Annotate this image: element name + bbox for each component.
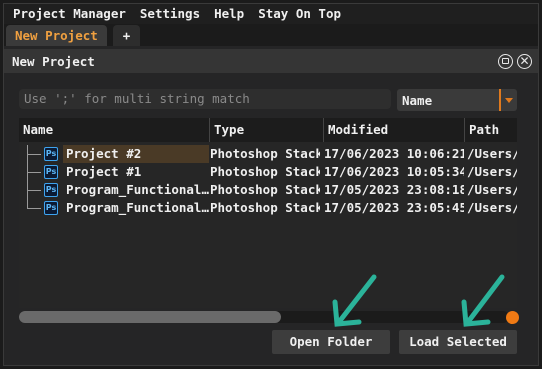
table-row[interactable]: Ps Program_Functional… Photoshop Stack 1… — [19, 199, 517, 217]
table-body: Ps Project #2 Photoshop Stack 17/06/2023… — [19, 145, 517, 217]
status-dot-icon — [506, 311, 519, 324]
tabbar: New Project + — [4, 24, 538, 46]
tree-connector — [27, 199, 43, 217]
panel-title: New Project — [12, 53, 95, 69]
open-folder-button[interactable]: Open Folder — [272, 330, 390, 354]
tree-connector — [27, 145, 43, 163]
table-header: Name Type Modified Path — [19, 118, 517, 142]
row-name: Program_Functional… — [66, 200, 209, 215]
table-row[interactable]: Ps Project #1 Photoshop Stack 17/06/2023… — [19, 163, 517, 181]
load-selected-button[interactable]: Load Selected — [399, 330, 517, 354]
search-input[interactable] — [24, 91, 391, 106]
table-row[interactable]: Ps Program_Functional… Photoshop Stack 1… — [19, 181, 517, 199]
row-name: Project #1 — [66, 164, 142, 179]
menu-settings[interactable]: Settings — [133, 4, 207, 24]
tree-connector — [27, 181, 43, 199]
column-header-type[interactable]: Type — [209, 118, 244, 142]
column-header-modified[interactable]: Modified — [323, 118, 388, 142]
menubar: Project Manager Settings Help Stay On To… — [4, 4, 538, 24]
photoshop-icon: Ps — [44, 147, 58, 161]
tree-connector — [27, 163, 43, 181]
sort-dropdown[interactable]: Name — [397, 89, 517, 111]
row-modified: 17/06/2023 10:05:34 — [324, 164, 464, 179]
row-path: /Users/ — [467, 146, 517, 161]
row-modified: 17/06/2023 10:06:21 — [324, 146, 464, 161]
photoshop-icon: Ps — [44, 201, 58, 215]
search-field[interactable] — [19, 89, 391, 109]
menu-stay-on-top[interactable]: Stay On Top — [251, 4, 348, 24]
sort-selected-value: Name — [402, 92, 433, 108]
project-table: Name Type Modified Path Ps Project #2 Ph… — [19, 118, 517, 308]
row-name: Project #2 — [63, 145, 209, 163]
photoshop-icon: Ps — [44, 165, 58, 179]
add-tab-button[interactable]: + — [112, 25, 141, 46]
row-type: Photoshop Stack — [210, 164, 320, 179]
column-header-path[interactable]: Path — [464, 118, 499, 142]
tab-new-project[interactable]: New Project — [6, 25, 107, 46]
row-path: /Users/ — [467, 164, 517, 179]
column-header-name[interactable]: Name — [19, 118, 53, 142]
row-name: Program_Functional… — [66, 182, 209, 197]
row-path: /Users/ — [467, 200, 517, 215]
chevron-down-icon — [505, 97, 513, 103]
row-type: Photoshop Stack — [210, 146, 320, 161]
photoshop-icon: Ps — [44, 183, 58, 197]
row-modified: 17/05/2023 23:05:45 — [324, 200, 464, 215]
close-icon[interactable]: ✕ — [517, 53, 532, 69]
menu-project-manager[interactable]: Project Manager — [4, 4, 133, 24]
table-row[interactable]: Ps Project #2 Photoshop Stack 17/06/2023… — [19, 145, 517, 163]
maximize-icon[interactable] — [498, 53, 513, 69]
row-path: /Users/ — [467, 182, 517, 197]
horizontal-scrollbar[interactable] — [19, 311, 509, 323]
row-modified: 17/05/2023 23:08:18 — [324, 182, 464, 197]
menu-help[interactable]: Help — [207, 4, 251, 24]
dropdown-arrow[interactable] — [499, 89, 517, 111]
row-type: Photoshop Stack — [210, 200, 320, 215]
panel-titlebar: New Project ✕ — [4, 49, 538, 73]
scrollbar-thumb[interactable] — [19, 311, 281, 323]
row-type: Photoshop Stack — [210, 182, 320, 197]
